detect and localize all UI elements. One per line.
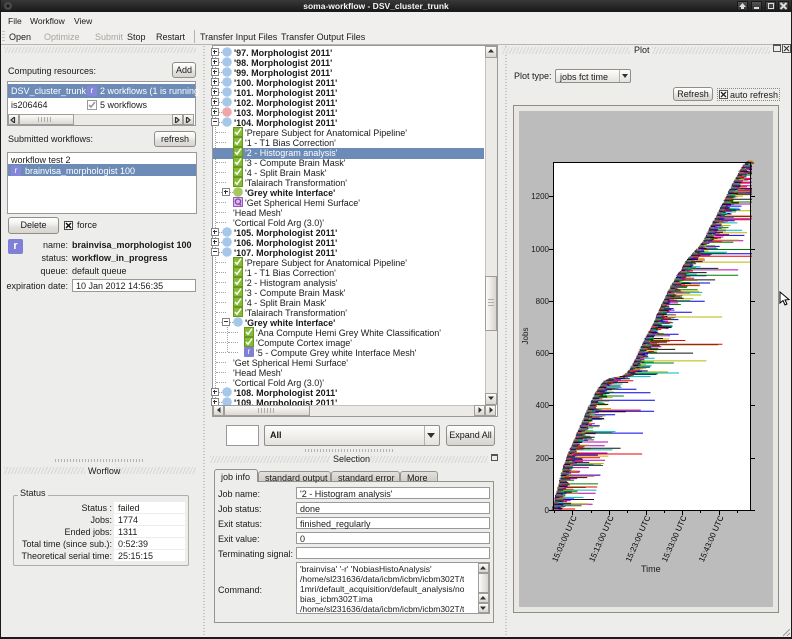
svg-text:15:13:00 UTC: 15:13:00 UTC: [587, 514, 616, 563]
svg-text:15:43:00 UTC: 15:43:00 UTC: [697, 514, 726, 563]
svg-text:15:23:00 UTC: 15:23:00 UTC: [624, 514, 653, 563]
svg-text:15:33:00 UTC: 15:33:00 UTC: [660, 514, 689, 563]
svg-text:15:03:00 UTC: 15:03:00 UTC: [550, 514, 579, 563]
